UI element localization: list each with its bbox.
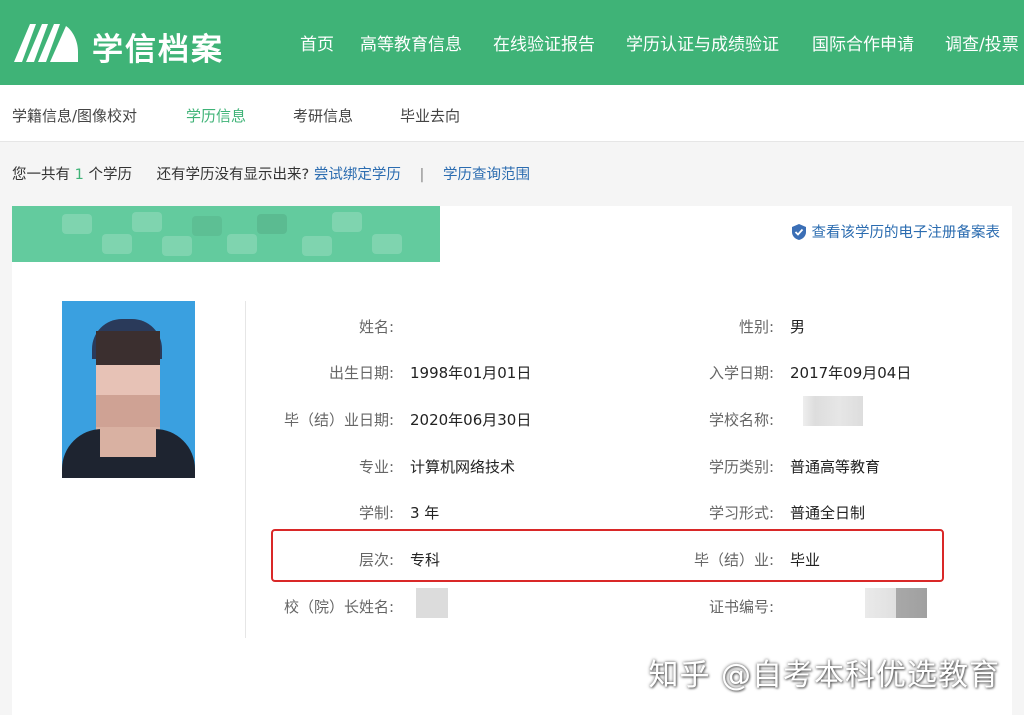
value-study-duration: 3 年 (410, 504, 440, 522)
president-name-mask (416, 588, 448, 618)
bind-degree-link[interactable]: 尝试绑定学历 (314, 167, 401, 183)
label-enrollment-date: 入学日期: (708, 364, 774, 382)
label-study-duration: 学制: (358, 504, 394, 522)
degree-summary: 您一共有 1 个学历 还有学历没有显示出来? 尝试绑定学历 | 学历查询范围 (12, 163, 530, 184)
vertical-divider (245, 301, 246, 638)
student-photo (62, 301, 195, 478)
tab-graduation-destination[interactable]: 毕业去向 (400, 105, 460, 126)
zhihu-watermark: 知乎 @自考本科优选教育 (648, 658, 1000, 693)
e-registration-record-link[interactable]: 查看该学历的电子注册备案表 (791, 221, 1001, 242)
nav-item-survey[interactable]: 调查/投票 (945, 30, 1019, 55)
brand-title: 学信档案 (92, 32, 224, 68)
value-degree-category: 普通高等教育 (790, 458, 881, 476)
record-link-text: 查看该学历的电子注册备案表 (811, 225, 1001, 241)
tab-postgraduate-exam[interactable]: 考研信息 (293, 105, 353, 126)
tab-enrollment-info[interactable]: 学籍信息/图像校对 (12, 105, 137, 126)
nav-item-home[interactable]: 首页 (300, 30, 334, 55)
nav-item-international[interactable]: 国际合作申请 (812, 30, 914, 55)
value-birth-date: 1998年01月01日 (410, 364, 532, 382)
label-certificate-number: 证书编号: (708, 598, 774, 616)
label-birth-date: 出生日期: (328, 364, 394, 382)
value-enrollment-date: 2017年09月04日 (790, 364, 912, 382)
value-major: 计算机网络技术 (410, 458, 516, 476)
label-study-mode: 学习形式: (708, 504, 774, 522)
nav-item-higher-education[interactable]: 高等教育信息 (360, 30, 462, 55)
degree-count: 1 (74, 167, 84, 183)
label-degree-category: 学历类别: (708, 458, 774, 476)
school-name-banner-masked (12, 206, 440, 262)
value-study-mode: 普通全日制 (790, 504, 866, 522)
label-school-name: 学校名称: (708, 411, 774, 429)
summary-hint: 还有学历没有显示出来? (156, 167, 310, 183)
label-name: 姓名: (358, 318, 394, 336)
summary-suffix: 个学历 (88, 167, 132, 183)
query-scope-link[interactable]: 学历查询范围 (443, 167, 530, 183)
school-name-mask (803, 396, 863, 426)
label-graduation-date: 毕（结）业日期: (283, 411, 394, 429)
xuexin-logo-icon (14, 24, 78, 62)
nav-item-online-verification[interactable]: 在线验证报告 (493, 30, 595, 55)
value-graduation-date: 2020年06月30日 (410, 411, 532, 429)
label-gender: 性别: (738, 318, 774, 336)
label-major: 专业: (358, 458, 394, 476)
certificate-number-mask (865, 588, 927, 618)
summary-separator: | (419, 167, 425, 183)
sub-nav: 学籍信息/图像校对 学历信息 考研信息 毕业去向 (0, 85, 1024, 142)
top-header: 学信档案 首页 高等教育信息 在线验证报告 学历认证与成绩验证 国际合作申请 调… (0, 0, 1024, 85)
summary-prefix: 您一共有 (12, 167, 70, 183)
shield-check-icon (791, 223, 806, 240)
label-president-name: 校（院）长姓名: (283, 598, 394, 616)
highlight-box (271, 529, 944, 582)
value-gender: 男 (790, 318, 806, 336)
nav-item-degree-certification[interactable]: 学历认证与成绩验证 (626, 30, 779, 55)
tab-degree-info[interactable]: 学历信息 (186, 105, 246, 126)
